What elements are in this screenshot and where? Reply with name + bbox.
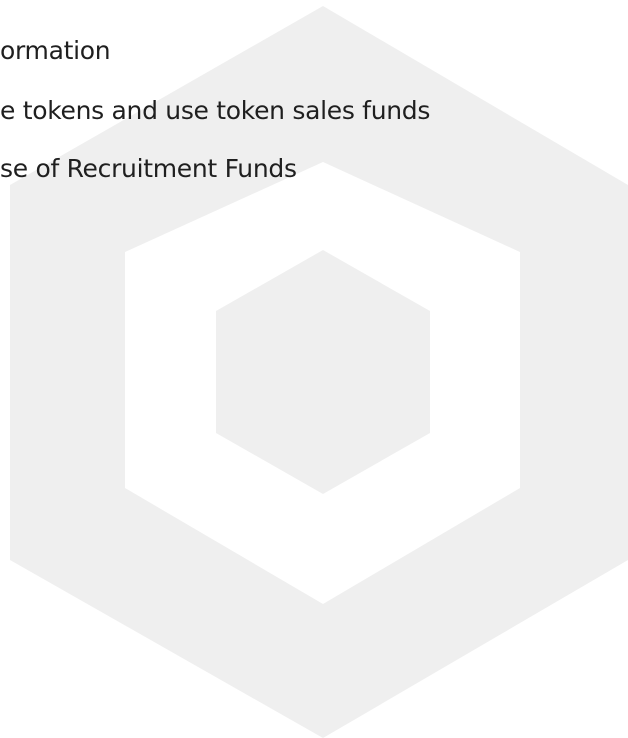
list-item: ormation bbox=[0, 36, 111, 65]
list-item: se of Recruitment Funds bbox=[0, 154, 297, 183]
document-page: ormation e tokens and use token sales fu… bbox=[0, 0, 628, 738]
list-item: e tokens and use token sales funds bbox=[0, 96, 431, 125]
watermark-inner-hexagon bbox=[216, 250, 430, 494]
